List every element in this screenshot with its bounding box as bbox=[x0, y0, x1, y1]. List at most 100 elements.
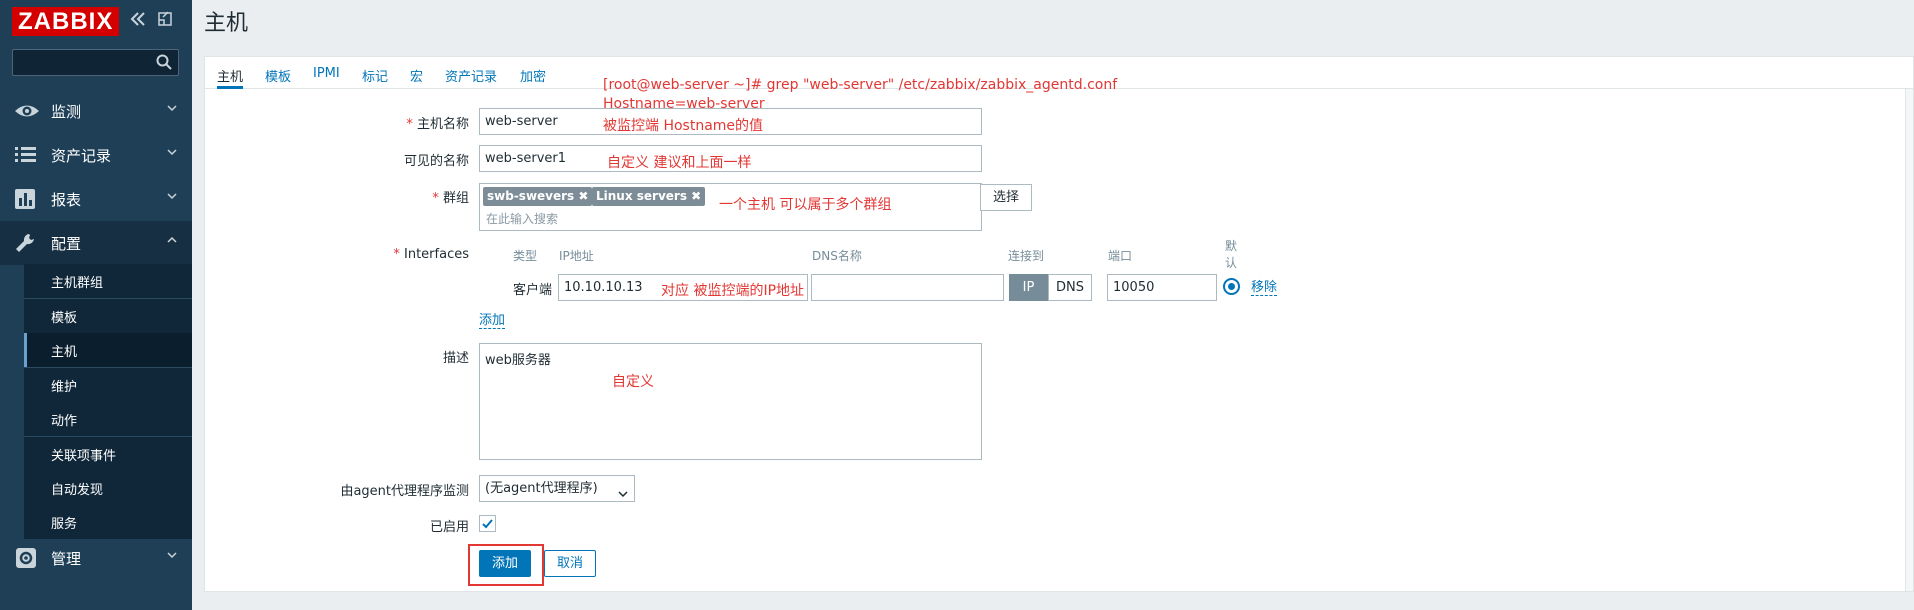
select-groups-button[interactable]: 选择 bbox=[980, 184, 1032, 211]
submenu-actions[interactable]: 动作 bbox=[24, 402, 192, 436]
required-mark: * bbox=[406, 117, 417, 132]
wrench-icon bbox=[14, 232, 38, 254]
menu-label: 报表 bbox=[51, 191, 82, 209]
scrollbar[interactable] bbox=[1905, 89, 1913, 591]
proxy-selected-value: (无agent代理程序) bbox=[485, 481, 598, 496]
host-form-panel: 主机 模板 IPMI 标记 宏 资产记录 加密 * 主机名称 web-serve… bbox=[204, 56, 1914, 592]
chevron-up-icon bbox=[166, 234, 178, 250]
submenu-hosts[interactable]: 主机 bbox=[24, 333, 192, 367]
tab-host[interactable]: 主机 bbox=[217, 66, 244, 89]
header-dns: DNS名称 bbox=[812, 249, 862, 263]
submenu-templates[interactable]: 模板 bbox=[24, 299, 192, 333]
group-tag: swb-swevers ✖ bbox=[483, 187, 593, 206]
group-tag: Linux servers ✖ bbox=[592, 187, 706, 206]
submenu-services[interactable]: 服务 bbox=[24, 505, 192, 539]
submenu-label: 维护 bbox=[51, 380, 78, 395]
proxy-label: 由agent代理程序监测 bbox=[340, 484, 469, 499]
eye-icon bbox=[14, 100, 39, 122]
menu-administration[interactable]: 管理 bbox=[0, 536, 192, 580]
description-label: 描述 bbox=[442, 351, 469, 366]
port-input[interactable]: 10050 bbox=[1107, 274, 1217, 301]
menu-inventory[interactable]: 资产记录 bbox=[0, 133, 192, 177]
double-chevron-left-icon[interactable] bbox=[129, 10, 147, 28]
cancel-button[interactable]: 取消 bbox=[544, 550, 596, 577]
hostname-label: * 主机名称 bbox=[335, 113, 469, 132]
tab-tags[interactable]: 标记 bbox=[362, 66, 388, 89]
tab-macros[interactable]: 宏 bbox=[410, 66, 423, 89]
chevron-down-icon bbox=[166, 190, 178, 206]
interfaces-label: * Interfaces bbox=[335, 247, 469, 262]
annotation-groups: 一个主机 可以属于多个群组 bbox=[719, 197, 892, 213]
submenu-label: 主机 bbox=[51, 345, 78, 360]
sidebar: ZABBIX 监测 资产记录 报表 配置 主机群组 模板 主机 维护 动作 关联… bbox=[0, 0, 192, 610]
proxy-select[interactable]: (无agent代理程序) bbox=[479, 475, 635, 502]
tab-inventory[interactable]: 资产记录 bbox=[445, 66, 497, 89]
groups-label: * 群组 bbox=[335, 187, 469, 206]
interfaces-label-text: Interfaces bbox=[404, 247, 469, 262]
groups-label-text: 群组 bbox=[442, 191, 469, 206]
header-connect: 连接到 bbox=[1008, 249, 1045, 263]
header-port: 端口 bbox=[1108, 249, 1133, 263]
remove-interface-link[interactable]: 移除 bbox=[1251, 281, 1278, 296]
chevron-down-icon bbox=[166, 549, 178, 565]
search-input[interactable] bbox=[12, 49, 179, 76]
menu-label: 管理 bbox=[51, 550, 82, 568]
group-tag-label: swb-swevers bbox=[487, 189, 575, 203]
list-icon bbox=[14, 144, 38, 166]
annotation-description: 自定义 bbox=[612, 374, 654, 390]
chevron-down-icon bbox=[166, 146, 178, 162]
menu-monitoring[interactable]: 监测 bbox=[0, 89, 192, 133]
menu-label: 监测 bbox=[51, 103, 82, 121]
header-default: 默认 bbox=[1225, 239, 1238, 270]
chevron-down-icon bbox=[166, 102, 178, 118]
required-mark: * bbox=[432, 191, 443, 206]
menu-configuration[interactable]: 配置 bbox=[0, 221, 192, 265]
header-type: 类型 bbox=[513, 249, 538, 263]
annotation-hostname-note: 被监控端 Hostname的值 bbox=[603, 118, 764, 134]
submenu-label: 动作 bbox=[51, 414, 78, 429]
dns-input[interactable] bbox=[811, 274, 1004, 301]
submenu-host-groups[interactable]: 主机群组 bbox=[24, 264, 192, 298]
menu-label: 配置 bbox=[51, 235, 82, 253]
bar-chart-icon bbox=[14, 188, 38, 210]
submenu-label: 自动发现 bbox=[51, 483, 104, 498]
page-title: 主机 bbox=[204, 11, 249, 36]
zabbix-logo[interactable]: ZABBIX bbox=[12, 7, 120, 36]
submenu-correlation[interactable]: 关联项事件 bbox=[24, 437, 192, 471]
menu-reports[interactable]: 报表 bbox=[0, 177, 192, 221]
connect-ip-button[interactable]: IP bbox=[1009, 274, 1048, 301]
header-ip: IP地址 bbox=[559, 249, 594, 263]
submenu-label: 关联项事件 bbox=[51, 449, 117, 464]
annotation-visible-name: 自定义 建议和上面一样 bbox=[607, 155, 752, 171]
default-interface-radio[interactable] bbox=[1223, 278, 1240, 295]
close-icon[interactable]: ✖ bbox=[691, 189, 701, 203]
submenu-maintenance[interactable]: 维护 bbox=[24, 368, 192, 402]
tab-templates[interactable]: 模板 bbox=[265, 66, 291, 89]
enabled-label: 已启用 bbox=[429, 520, 469, 535]
add-button[interactable]: 添加 bbox=[479, 550, 531, 577]
annotation-hostname: Hostname=web-server bbox=[603, 96, 765, 112]
submenu-label: 服务 bbox=[51, 517, 78, 532]
enabled-checkbox[interactable] bbox=[479, 515, 496, 532]
chevron-down-icon bbox=[618, 483, 628, 498]
search-icon[interactable] bbox=[155, 53, 173, 71]
description-textarea[interactable]: web服务器 bbox=[479, 343, 982, 460]
submenu-label: 模板 bbox=[51, 311, 78, 326]
tab-ipmi[interactable]: IPMI bbox=[313, 66, 340, 89]
connect-dns-button[interactable]: DNS bbox=[1048, 274, 1092, 301]
hostname-label-text: 主机名称 bbox=[416, 117, 469, 132]
annotation-grep-command: [root@web-server ~]# grep "web-server" /… bbox=[603, 77, 1118, 93]
groups-search-placeholder[interactable]: 在此输入搜索 bbox=[486, 210, 558, 227]
kiosk-icon[interactable] bbox=[156, 10, 174, 28]
submenu-label: 主机群组 bbox=[51, 276, 104, 291]
submenu-discovery[interactable]: 自动发现 bbox=[24, 471, 192, 505]
add-interface-link[interactable]: 添加 bbox=[479, 314, 506, 329]
checkmark-icon bbox=[482, 519, 493, 529]
tab-encryption[interactable]: 加密 bbox=[520, 66, 546, 89]
group-tag-label: Linux servers bbox=[596, 189, 687, 203]
visible-name-label: 可见的名称 bbox=[403, 154, 469, 169]
menu-label: 资产记录 bbox=[51, 147, 112, 165]
close-icon[interactable]: ✖ bbox=[578, 189, 588, 203]
required-mark: * bbox=[393, 247, 405, 262]
annotation-ip: 对应 被监控端的IP地址 bbox=[661, 283, 805, 299]
